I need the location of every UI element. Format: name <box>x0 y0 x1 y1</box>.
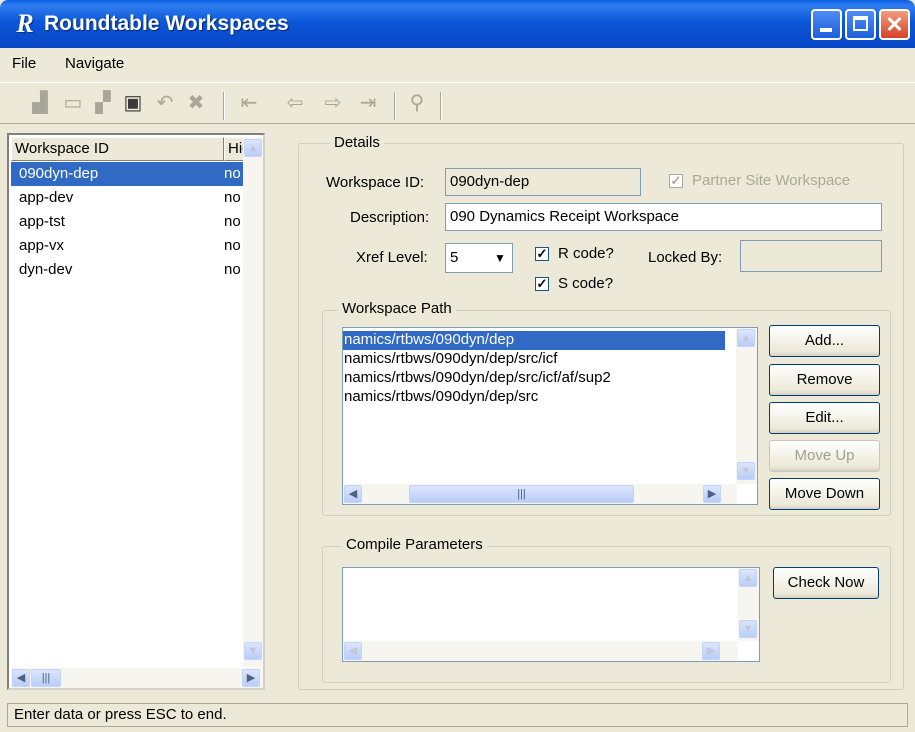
path-item[interactable]: namics/rtbws/090dyn/dep/src <box>343 388 539 407</box>
scroll-up-icon[interactable]: ▲ <box>739 569 757 587</box>
compile-horizontal-scrollbar[interactable]: ◀ ▶ <box>343 641 738 661</box>
column-header-workspace-id[interactable]: Workspace ID <box>11 137 224 161</box>
scroll-left-icon[interactable]: ◀ <box>344 485 362 503</box>
menu-file[interactable]: File <box>12 55 36 72</box>
workspace-id-cell: dyn-dev <box>19 261 73 278</box>
workspace-id-cell: app-tst <box>19 213 65 230</box>
path-vertical-scrollbar[interactable]: ▲ ▼ <box>736 328 757 484</box>
r-code-label: R code? <box>558 245 614 262</box>
path-item[interactable]: namics/rtbws/090dyn/dep/src/icf/af/sup2 <box>343 369 612 388</box>
menu-bar <box>0 48 915 80</box>
workspace-id-cell: app-dev <box>19 189 74 206</box>
partner-site-label: Partner Site Workspace <box>692 172 851 189</box>
add-record-icon[interactable]: ▟ <box>27 90 53 116</box>
r-code-checkbox[interactable]: ✓ <box>535 247 549 261</box>
list-row[interactable]: 090dyn-dep no <box>11 162 247 186</box>
minimize-button[interactable] <box>811 9 842 40</box>
find-icon[interactable]: ⚲ <box>404 90 430 116</box>
window-title: Roundtable Workspaces <box>44 12 289 35</box>
scroll-right-icon[interactable]: ▶ <box>702 642 720 660</box>
move-up-button[interactable]: Move Up <box>769 440 880 472</box>
minimize-icon <box>820 28 832 32</box>
hidden-cell: no <box>224 261 241 278</box>
path-item[interactable]: namics/rtbws/090dyn/dep <box>343 331 725 350</box>
list-row[interactable]: dyn-dev no <box>11 258 247 282</box>
path-horizontal-scrollbar[interactable]: ◀ ||| ▶ <box>343 484 737 504</box>
move-down-button[interactable]: Move Down <box>769 478 880 510</box>
workspace-id-label: Workspace ID: <box>326 174 425 191</box>
scroll-thumb[interactable]: ||| <box>31 669 61 687</box>
check-now-button[interactable]: Check Now <box>773 567 879 599</box>
menu-navigate[interactable]: Navigate <box>65 55 124 72</box>
workspace-list[interactable]: Workspace ID Hidd 090dyn-dep no app-dev … <box>7 133 265 690</box>
vertical-scrollbar[interactable]: ▲ ▼ <box>243 137 263 667</box>
horizontal-scrollbar[interactable]: ◀ ||| ▶ <box>11 668 263 688</box>
close-icon: ✕ <box>885 12 904 37</box>
s-code-checkbox[interactable]: ✓ <box>535 277 549 291</box>
description-field[interactable]: 090 Dynamics Receipt Workspace <box>445 203 882 231</box>
scroll-down-icon[interactable]: ▼ <box>737 462 755 480</box>
list-row[interactable]: app-dev no <box>11 186 247 210</box>
scroll-up-icon[interactable]: ▲ <box>737 329 755 347</box>
save-icon[interactable]: ▣ <box>120 90 146 116</box>
edit-record-icon[interactable]: ▞ <box>90 90 116 116</box>
s-code-label: S code? <box>558 275 614 292</box>
last-record-icon[interactable]: ⇥ <box>355 90 381 116</box>
toolbar-separator <box>440 92 442 120</box>
hidden-cell: no <box>224 189 241 206</box>
toolbar-separator <box>223 92 225 120</box>
compile-vertical-scrollbar[interactable]: ▲ ▼ <box>738 568 759 641</box>
workspace-path-label: Workspace Path <box>338 300 456 317</box>
locked-by-label: Locked By: <box>648 249 723 266</box>
scroll-down-icon[interactable]: ▼ <box>244 642 262 660</box>
undo-icon[interactable]: ↶ <box>152 90 178 116</box>
previous-record-icon[interactable]: ⇦ <box>282 90 308 116</box>
maximize-icon <box>853 16 868 31</box>
description-label: Description: <box>350 209 430 226</box>
close-button[interactable]: ✕ <box>879 9 910 40</box>
scroll-left-icon[interactable]: ◀ <box>12 669 30 687</box>
locked-by-field[interactable] <box>740 240 882 272</box>
first-record-icon[interactable]: ⇤ <box>236 90 262 116</box>
app-icon: R <box>16 9 34 38</box>
compile-parameters-label: Compile Parameters <box>342 536 487 553</box>
workspace-id-cell: 090dyn-dep <box>19 165 99 182</box>
workspace-path-list[interactable]: namics/rtbws/090dyn/dep namics/rtbws/090… <box>342 327 758 505</box>
hidden-cell: no <box>224 213 241 230</box>
toolbar-separator <box>394 92 396 120</box>
copy-record-icon[interactable]: ▭ <box>60 90 86 116</box>
remove-path-button[interactable]: Remove <box>769 364 880 396</box>
xref-level-value: 5 <box>450 249 459 266</box>
next-record-icon[interactable]: ⇨ <box>320 90 346 116</box>
scroll-left-icon[interactable]: ◀ <box>344 642 362 660</box>
scroll-thumb[interactable]: ||| <box>409 485 634 503</box>
hidden-cell: no <box>224 237 241 254</box>
scroll-right-icon[interactable]: ▶ <box>703 485 721 503</box>
list-row[interactable]: app-vx no <box>11 234 247 258</box>
list-row[interactable]: app-tst no <box>11 210 247 234</box>
scroll-up-icon[interactable]: ▲ <box>244 139 262 157</box>
compile-parameters-textarea[interactable]: ▲ ▼ ◀ ▶ <box>342 567 760 662</box>
status-bar: Enter data or press ESC to end. <box>7 703 908 727</box>
workspace-id-cell: app-vx <box>19 237 65 254</box>
workspace-id-field[interactable]: 090dyn-dep <box>445 168 641 196</box>
add-path-button[interactable]: Add... <box>769 325 880 357</box>
partner-site-checkbox[interactable]: ✓ <box>669 174 683 188</box>
delete-icon[interactable]: ✖ <box>183 90 209 116</box>
hidden-cell: no <box>224 165 241 182</box>
details-group-label: Details <box>330 134 384 151</box>
scroll-down-icon[interactable]: ▼ <box>739 620 757 638</box>
xref-level-select[interactable]: 5 ▼ <box>445 243 513 273</box>
edit-path-button[interactable]: Edit... <box>769 402 880 434</box>
xref-level-label: Xref Level: <box>356 249 428 266</box>
maximize-button[interactable] <box>845 9 876 40</box>
chevron-down-icon[interactable]: ▼ <box>490 245 510 271</box>
path-item[interactable]: namics/rtbws/090dyn/dep/src/icf <box>343 350 558 369</box>
scroll-right-icon[interactable]: ▶ <box>242 669 260 687</box>
